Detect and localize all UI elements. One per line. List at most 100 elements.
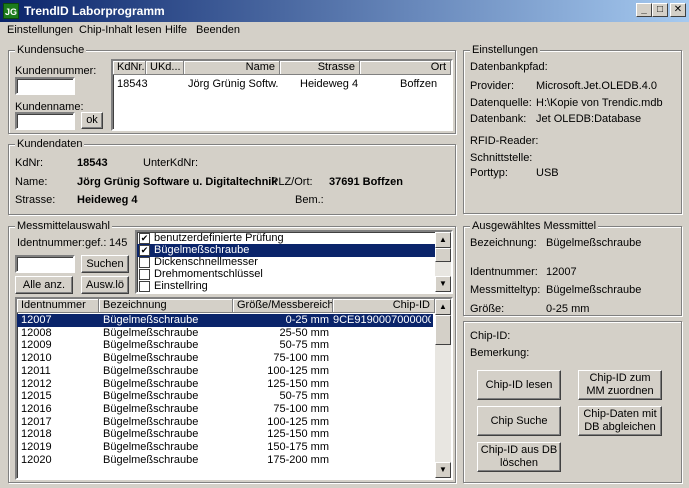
datenbank-label: Datenbank: (470, 113, 527, 125)
table-row[interactable]: 12012 Bügelmeßschraube 125-150 mm (17, 378, 437, 391)
cell-bez: Bügelmeßschraube (103, 390, 199, 403)
chipid-label: Chip-ID: (470, 330, 511, 342)
scroll-thumb[interactable] (435, 248, 451, 262)
chip-id-loeschen-button[interactable]: Chip-ID aus DB löschen (477, 442, 561, 472)
bezeichnung-value: Bügelmeßschraube (546, 237, 642, 249)
col-strasse[interactable]: Strasse (280, 61, 360, 75)
cell-groesse: 75-100 mm (273, 352, 329, 365)
provider-label: Provider: (470, 80, 515, 92)
table-row[interactable]: 12020 Bügelmeßschraube 175-200 mm (17, 454, 437, 467)
cell-bez: Bügelmeßschraube (103, 402, 199, 415)
checkbox[interactable] (139, 269, 150, 280)
alle-anzeigen-button[interactable]: Alle anz. (15, 276, 73, 294)
maximize-button[interactable]: □ (652, 3, 668, 17)
checkbox[interactable] (139, 281, 150, 292)
chip-daten-abgleichen-button[interactable]: Chip-Daten mit DB abgleichen (578, 406, 662, 436)
menu-beenden[interactable]: Beenden (196, 24, 240, 36)
kundenname-input[interactable] (15, 112, 75, 130)
col-kdnr[interactable]: KdNr. (113, 61, 146, 75)
porttyp-value: USB (536, 167, 559, 179)
kdnr-label: KdNr: (15, 157, 44, 169)
menu-chip-inhalt-lesen[interactable]: Chip-Inhalt lesen (79, 24, 162, 36)
auswahl-loeschen-button[interactable]: Ausw.lö (81, 276, 129, 294)
filter-item-label: Einstellring (154, 280, 208, 292)
table-scrollbar[interactable]: ▲ ▼ (435, 299, 451, 478)
table-row[interactable]: 12011 Bügelmeßschraube 100-125 mm (17, 365, 437, 378)
messmitteltyp-value: Bügelmeßschraube (546, 284, 642, 296)
scroll-up-icon[interactable]: ▲ (435, 299, 451, 315)
scroll-down-icon[interactable]: ▼ (435, 276, 451, 292)
table-row[interactable]: 12010 Bügelmeßschraube 75-100 mm (17, 352, 437, 365)
strasse-label: Strasse: (15, 194, 56, 206)
cell-id: 12007 (21, 314, 52, 326)
suchen-button[interactable]: Suchen (81, 255, 129, 273)
datenquelle-label: Datenquelle: (470, 97, 532, 109)
table-row[interactable]: 12008 Bügelmeßschraube 25-50 mm (17, 327, 437, 340)
col-identnummer[interactable]: Identnummer (17, 299, 99, 313)
table-row[interactable]: 12007 Bügelmeßschraube 0-25 mm 9CE919000700… (17, 314, 433, 327)
table-row[interactable]: 12015 Bügelmeßschraube 50-75 mm (17, 390, 437, 403)
table-row[interactable]: 12018 Bügelmeßschraube 125-150 mm (17, 428, 437, 441)
cell-id: 12011 (21, 364, 51, 377)
gef-label: gef.: (85, 237, 107, 249)
ausgewaehltes-messmittel-group: Ausgewähltes Messmittel Bezeichnung: Büg… (463, 220, 682, 316)
cell-name: Jörg Grünig Softw... (188, 78, 278, 90)
ok-button[interactable]: ok (81, 112, 103, 129)
window-title: TrendID Laborprogramm (24, 4, 165, 18)
chip-id-lesen-button[interactable]: Chip-ID lesen (477, 370, 561, 400)
messmitteltyp-label: Messmitteltyp: (470, 284, 541, 296)
filter-scrollbar[interactable]: ▲ ▼ (435, 232, 451, 292)
col-chip-id[interactable]: Chip-ID (333, 299, 435, 313)
cell-groesse: 150-175 mm (267, 441, 329, 453)
title-bar[interactable]: JG TrendID Laborprogramm _ □ ✕ (0, 0, 689, 22)
col-bezeichnung[interactable]: Bezeichnung (99, 299, 233, 313)
datenbank-value: Jet OLEDB:Database (536, 113, 642, 125)
messmittel-table[interactable]: Identnummer Bezeichnung Größe/Messbereic… (15, 297, 453, 480)
table-row[interactable]: 12009 Bügelmeßschraube 50-75 mm (17, 339, 437, 352)
chip-suche-button[interactable]: Chip Suche (477, 406, 561, 436)
cell-id: 12019 (21, 441, 52, 453)
checkbox[interactable] (139, 257, 150, 268)
cell-bez: Bügelmeßschraube (103, 415, 199, 428)
close-button[interactable]: ✕ (670, 3, 686, 17)
identnummer-search-input[interactable] (15, 255, 75, 273)
minimize-button[interactable]: _ (636, 3, 652, 17)
cell-groesse: 175-200 mm (267, 453, 329, 466)
kundennummer-input[interactable] (15, 77, 75, 95)
menu-einstellungen[interactable]: Einstellungen (7, 24, 73, 36)
col-ort[interactable]: Ort (360, 61, 451, 75)
cell-id: 12008 (21, 326, 52, 339)
cell-id: 12015 (21, 390, 52, 403)
chip-id-zuordnen-button[interactable]: Chip-ID zum MM zuordnen (578, 370, 662, 400)
kundensuche-title: Kundensuche (15, 44, 87, 56)
plzort-value: 37691 Boffzen (329, 176, 403, 188)
bezeichnung-label: Bezeichnung: (470, 237, 537, 249)
cell-groesse: 100-125 mm (267, 364, 329, 377)
table-row[interactable]: 12019 Bügelmeßschraube 150-175 mm (17, 441, 437, 454)
checkbox[interactable]: ✔ (139, 245, 150, 256)
kundendaten-group: Kundendaten KdNr: 18543 UnterKdNr: Name:… (8, 138, 456, 215)
table-row[interactable]: 12017 Bügelmeßschraube 100-125 mm (17, 416, 437, 429)
cell-id: 12020 (21, 453, 52, 466)
kunden-table[interactable]: KdNr. UKd... Name Strasse Ort 18543 Jörg… (111, 59, 453, 131)
scroll-up-icon[interactable]: ▲ (435, 232, 451, 248)
cell-ort: Boffzen (400, 78, 438, 90)
menu-bar: Einstellungen Chip-Inhalt lesen Hilfe Be… (0, 22, 689, 40)
scroll-down-icon[interactable]: ▼ (435, 462, 451, 478)
gef-count: 145 (109, 237, 128, 249)
menu-hilfe[interactable]: Hilfe (165, 24, 187, 36)
kundennummer-label: Kundennummer: (15, 65, 97, 77)
filter-item[interactable]: Einstellring (137, 280, 437, 292)
col-groesse[interactable]: Größe/Messbereich (233, 299, 333, 313)
schnittstelle-label: Schnittstelle: (470, 152, 533, 164)
datenbankpfad-label: Datenbankpfad: (470, 61, 548, 73)
groesse-label: Größe: (470, 303, 505, 315)
col-ukd[interactable]: UKd... (146, 61, 184, 75)
table-row[interactable]: 12016 Bügelmeßschraube 75-100 mm (17, 403, 437, 416)
cell-bez: Bügelmeßschraube (103, 314, 199, 326)
scroll-thumb[interactable] (435, 315, 451, 345)
col-name[interactable]: Name (184, 61, 280, 75)
messmittel-filter-list[interactable]: ✔ benutzerdefinierte Prüfung ✔ Bügelmeßschr… (135, 230, 453, 294)
checkbox[interactable]: ✔ (139, 233, 150, 244)
bemerkung-label: Bemerkung: (470, 347, 530, 359)
